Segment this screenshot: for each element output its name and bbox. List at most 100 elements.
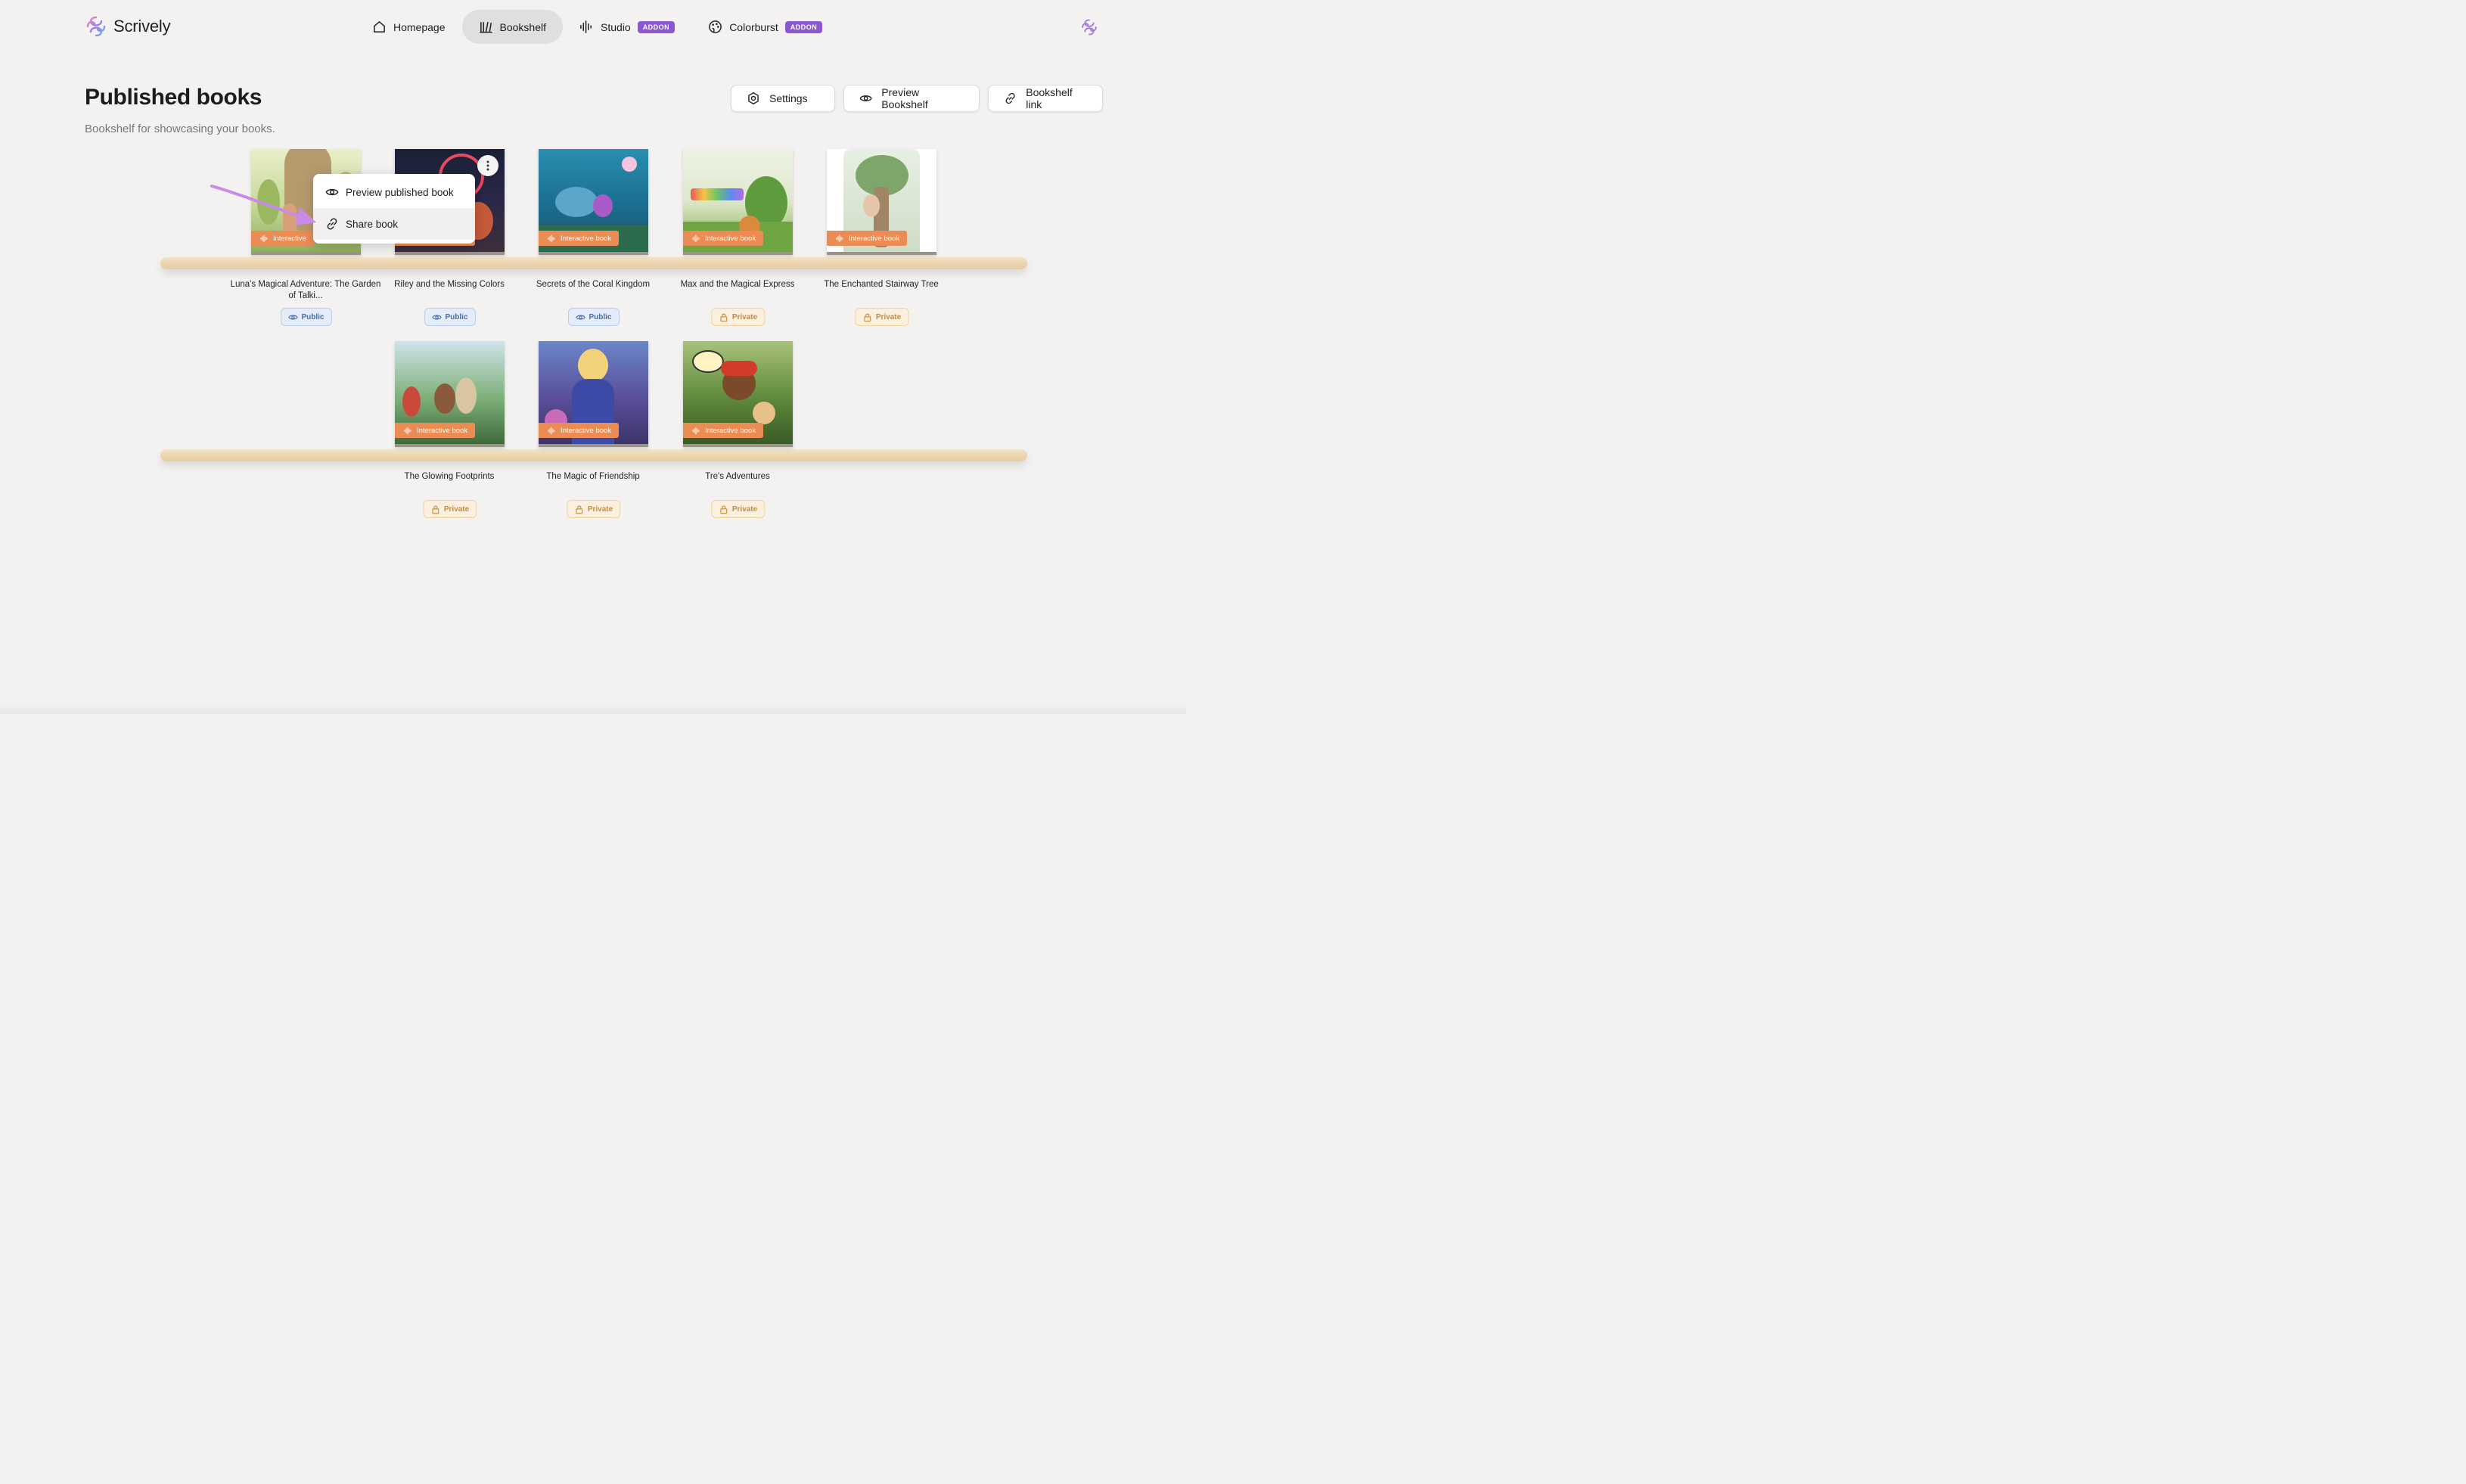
lock-icon bbox=[719, 313, 727, 321]
status-badge: Private bbox=[710, 500, 766, 518]
status-label: Public bbox=[445, 312, 468, 321]
interactive-book-badge: Interactive book bbox=[683, 423, 764, 438]
app-logo[interactable]: Scrively bbox=[85, 15, 171, 38]
interactive-book-label: Interactive book bbox=[417, 426, 468, 435]
nav-homepage-label: Homepage bbox=[393, 20, 446, 33]
book-card[interactable]: Interactive book The Enchanted Stairway … bbox=[824, 149, 939, 326]
menu-preview-label: Preview published book bbox=[346, 186, 454, 198]
status-badge: Private bbox=[422, 500, 477, 518]
audio-wave-icon bbox=[580, 20, 592, 33]
more-vertical-icon bbox=[486, 160, 489, 171]
book-title: The Enchanted Stairway Tree bbox=[824, 280, 939, 289]
menu-share-book[interactable]: Share book bbox=[313, 208, 475, 240]
book-card[interactable]: Interactive book Tre's Adventures Privat… bbox=[683, 341, 793, 518]
status-badge: Public bbox=[424, 308, 476, 326]
book-cover[interactable]: Interactive book bbox=[827, 149, 936, 255]
status-label: Private bbox=[587, 504, 613, 514]
book-card[interactable]: Interactive book Secrets of the Coral Ki… bbox=[536, 149, 650, 326]
nav-bookshelf[interactable]: Bookshelf bbox=[461, 10, 563, 44]
nav-studio-label: Studio bbox=[600, 20, 631, 33]
home-icon bbox=[374, 21, 385, 33]
bottom-edge bbox=[0, 703, 1186, 714]
interactive-book-badge: Interactive book bbox=[395, 423, 476, 438]
account-logo-icon[interactable] bbox=[1080, 18, 1098, 36]
lock-icon bbox=[863, 313, 871, 321]
page-subtitle: Bookshelf for showcasing your books. bbox=[85, 123, 275, 135]
book-cover[interactable]: Interactive book bbox=[395, 341, 505, 447]
gear-icon bbox=[748, 92, 759, 105]
status-label: Private bbox=[731, 504, 758, 514]
audio-wave-icon bbox=[836, 234, 843, 242]
interactive-book-badge: Interactive book bbox=[539, 231, 620, 246]
menu-preview-published-book[interactable]: Preview published book bbox=[313, 176, 475, 208]
book-title: The Glowing Footprints bbox=[404, 472, 495, 481]
settings-button-label: Settings bbox=[769, 92, 808, 104]
audio-wave-icon bbox=[692, 427, 700, 434]
scrively-logo-icon bbox=[86, 16, 106, 37]
audio-wave-icon bbox=[692, 234, 700, 242]
status-badge: Public bbox=[280, 308, 332, 326]
book-title: Luna's Magical Adventure: The Garden of … bbox=[230, 280, 381, 300]
audio-wave-icon bbox=[404, 427, 412, 434]
audio-wave-icon bbox=[548, 427, 555, 434]
interactive-book-label: Interactive book bbox=[705, 234, 756, 243]
book-cover[interactable]: Interactive book bbox=[683, 341, 793, 447]
lock-icon bbox=[719, 505, 727, 514]
status-badge: Private bbox=[566, 500, 621, 518]
eye-icon bbox=[575, 315, 585, 319]
bookshelf-link-label: Bookshelf link bbox=[1026, 86, 1073, 110]
main-nav: Homepage Bookshelf Studio ADDON Colorbur… bbox=[356, 10, 839, 44]
interactive-book-label: Interactive book bbox=[561, 426, 612, 435]
nav-bookshelf-label: Bookshelf bbox=[499, 20, 546, 33]
addon-badge: ADDON bbox=[637, 20, 676, 33]
settings-button[interactable]: Settings bbox=[731, 85, 835, 112]
book-cover[interactable]: Interactive book bbox=[539, 341, 648, 447]
app-name: Scrively bbox=[113, 17, 171, 36]
eye-icon bbox=[325, 188, 339, 196]
eye-icon bbox=[431, 315, 442, 319]
nav-studio[interactable]: Studio ADDON bbox=[563, 10, 691, 44]
link-icon bbox=[327, 218, 337, 230]
book-cover[interactable]: Interactive book bbox=[683, 149, 793, 255]
link-icon bbox=[1005, 92, 1015, 104]
lock-icon bbox=[575, 505, 582, 514]
nav-homepage[interactable]: Homepage bbox=[356, 10, 462, 44]
book-more-button[interactable] bbox=[477, 155, 498, 176]
status-label: Private bbox=[731, 312, 758, 321]
shelf bbox=[160, 449, 1027, 461]
book-title: Tre's Adventures bbox=[705, 472, 770, 481]
menu-share-label: Share book bbox=[346, 218, 399, 230]
interactive-book-badge: Interactive bbox=[251, 231, 314, 246]
bookshelf-icon bbox=[479, 22, 492, 33]
nav-colorburst[interactable]: Colorburst ADDON bbox=[691, 10, 839, 44]
palette-icon bbox=[709, 20, 722, 33]
status-label: Public bbox=[301, 312, 325, 321]
preview-bookshelf-button[interactable]: Preview Bookshelf bbox=[843, 85, 980, 112]
lock-icon bbox=[431, 505, 439, 514]
interactive-book-badge: Interactive book bbox=[539, 423, 620, 438]
book-title: Riley and the Missing Colors bbox=[394, 280, 505, 289]
nav-colorburst-label: Colorburst bbox=[729, 20, 778, 33]
interactive-book-label: Interactive book bbox=[561, 234, 612, 243]
book-card[interactable]: Interactive book The Magic of Friendship… bbox=[539, 341, 648, 518]
book-title: The Magic of Friendship bbox=[546, 472, 640, 481]
eye-icon bbox=[859, 95, 872, 101]
bookshelf-link-button[interactable]: Bookshelf link bbox=[988, 85, 1103, 112]
shelf bbox=[160, 257, 1027, 269]
top-bar: Scrively Homepage Bookshelf Studio ADDON… bbox=[0, 0, 1186, 54]
interactive-book-label: Interactive book bbox=[705, 426, 756, 435]
interactive-book-badge: Interactive book bbox=[683, 231, 764, 246]
interactive-book-label: Interactive book bbox=[849, 234, 900, 243]
status-label: Public bbox=[589, 312, 612, 321]
interactive-book-label: Interactive bbox=[273, 234, 306, 243]
audio-wave-icon bbox=[260, 234, 268, 242]
status-label: Private bbox=[875, 312, 902, 321]
book-card[interactable]: Interactive book Max and the Magical Exp… bbox=[681, 149, 794, 326]
audio-wave-icon bbox=[548, 234, 555, 242]
book-card[interactable]: Interactive book The Glowing Footprints … bbox=[395, 341, 505, 518]
annotation-arrow-icon bbox=[210, 185, 316, 225]
status-badge: Private bbox=[854, 308, 909, 326]
page-actions: Settings Preview Bookshelf Bookshelf lin… bbox=[731, 85, 1103, 112]
eye-icon bbox=[287, 315, 298, 319]
book-cover[interactable]: Interactive book bbox=[539, 149, 648, 255]
